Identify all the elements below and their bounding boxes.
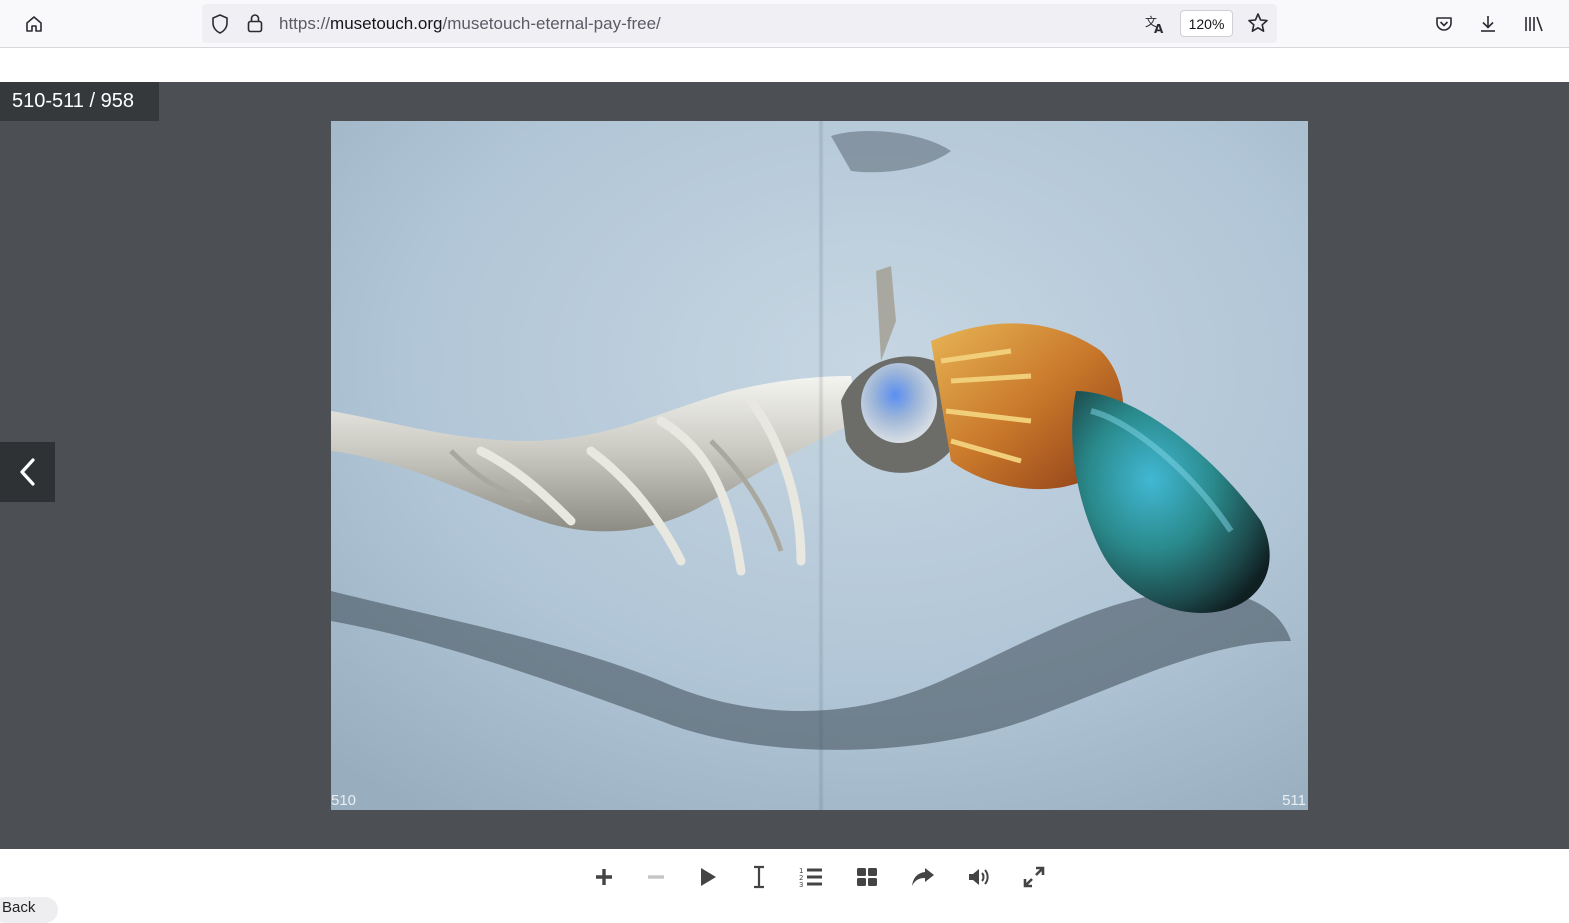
page-spread[interactable]: 510 511 — [331, 121, 1308, 810]
speaker-icon — [969, 869, 989, 885]
text-cursor-icon — [754, 865, 764, 889]
library-icon[interactable] — [1518, 8, 1550, 40]
url-text[interactable]: https://musetouch.org/musetouch-eternal-… — [279, 4, 661, 43]
zoom-out-button[interactable] — [640, 862, 672, 892]
home-icon[interactable] — [18, 8, 50, 40]
address-bar[interactable]: https://musetouch.org/musetouch-eternal-… — [202, 4, 1277, 43]
translate-icon[interactable]: 文A — [1144, 13, 1166, 40]
lock-icon[interactable] — [246, 12, 264, 39]
previous-page-button[interactable] — [0, 442, 55, 502]
play-icon — [701, 868, 716, 886]
plus-icon — [596, 869, 612, 885]
share-arrow-icon — [912, 868, 934, 886]
spread-gutter — [818, 121, 824, 810]
url-path: /musetouch-eternal-pay-free/ — [442, 14, 661, 33]
svg-text:3: 3 — [799, 881, 803, 888]
shield-icon[interactable] — [210, 13, 230, 40]
svg-text:A: A — [1154, 22, 1164, 35]
url-host: musetouch.org — [330, 14, 443, 33]
url-scheme: https:// — [279, 14, 331, 33]
browser-toolbar: https://musetouch.org/musetouch-eternal-… — [0, 0, 1569, 48]
table-of-contents-button[interactable]: 123 — [795, 862, 827, 892]
viewer-controls: 123 — [0, 849, 1569, 912]
back-chip[interactable]: Back — [0, 897, 58, 923]
pocket-icon[interactable] — [1428, 8, 1460, 40]
right-page-number: 511 — [1282, 792, 1306, 809]
grid-icon — [857, 868, 877, 886]
thumbnails-button[interactable] — [851, 862, 883, 892]
page-counter: 510-511 / 958 — [0, 82, 159, 121]
zoom-in-button[interactable] — [588, 862, 620, 892]
flipbook-viewer: 510-511 / 958 510 511 — [0, 82, 1569, 849]
fullscreen-button[interactable] — [1018, 862, 1050, 892]
minus-icon — [648, 875, 664, 879]
left-page-number: 510 — [331, 792, 357, 809]
text-select-button[interactable] — [743, 862, 775, 892]
star-icon[interactable] — [1247, 12, 1269, 39]
chevron-left-icon — [19, 458, 35, 486]
sound-button[interactable] — [963, 862, 995, 892]
expand-icon — [1023, 866, 1045, 888]
play-button[interactable] — [692, 862, 724, 892]
numbered-list-icon: 123 — [799, 867, 822, 888]
zoom-level-badge[interactable]: 120% — [1180, 10, 1233, 37]
download-icon[interactable] — [1472, 8, 1504, 40]
share-button[interactable] — [907, 862, 939, 892]
